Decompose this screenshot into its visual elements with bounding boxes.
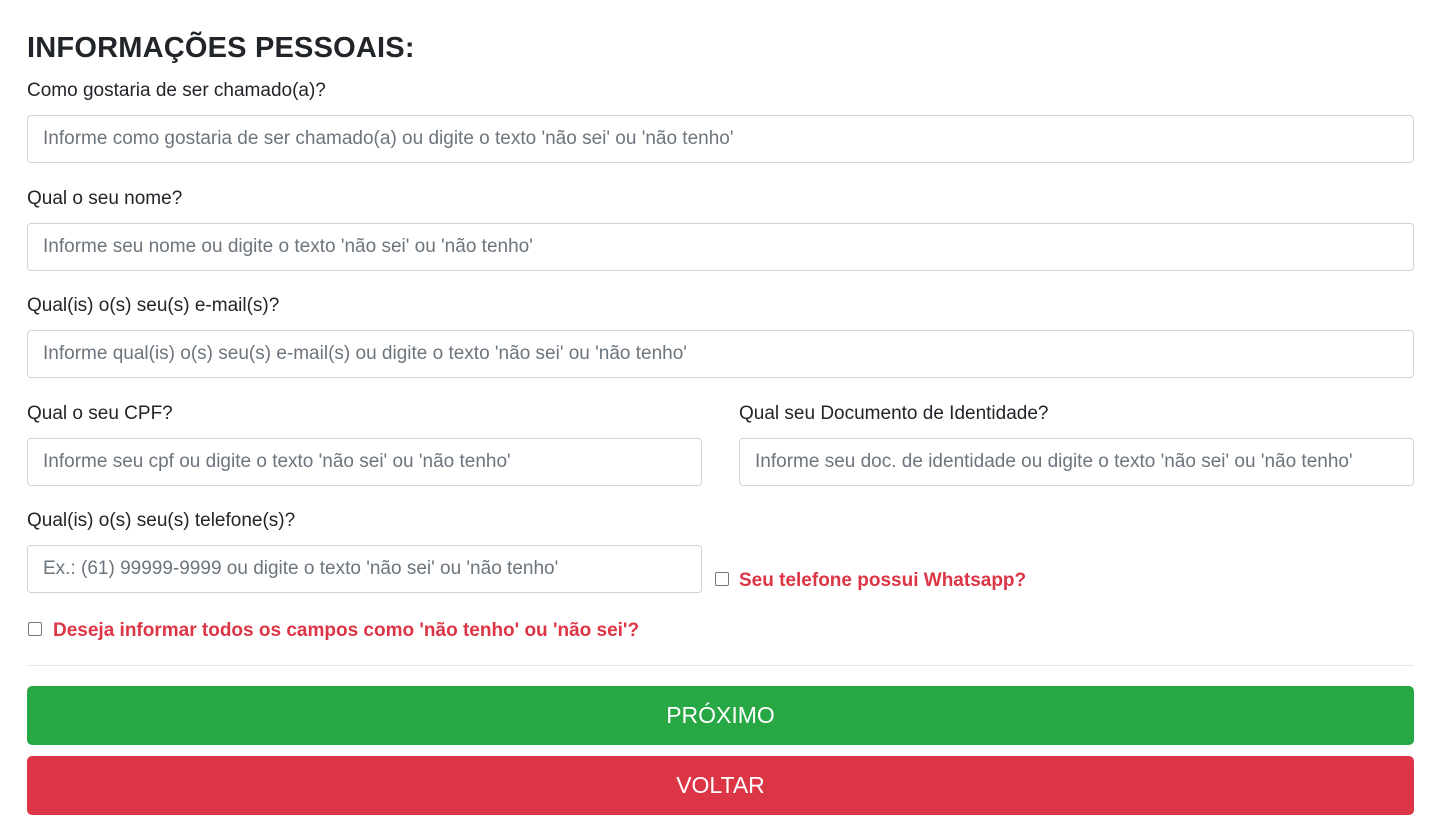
email-input[interactable]: [27, 330, 1414, 378]
cpf-label: Qual o seu CPF?: [27, 403, 173, 424]
nickname-input[interactable]: [27, 115, 1414, 163]
all-unknown-checkbox[interactable]: [28, 622, 42, 636]
all-unknown-checkbox-label[interactable]: Deseja informar todos os campos como 'nã…: [53, 619, 639, 643]
identity-input[interactable]: [739, 438, 1414, 486]
name-label: Qual o seu nome?: [27, 188, 183, 209]
phone-label: Qual(is) o(s) seu(s) telefone(s)?: [27, 510, 296, 531]
name-input[interactable]: [27, 223, 1414, 271]
phone-input[interactable]: [27, 545, 702, 593]
identity-label: Qual seu Documento de Identidade?: [739, 403, 1049, 424]
page-title: INFORMAÇÕES PESSOAIS:: [27, 32, 415, 64]
whatsapp-checkbox[interactable]: [715, 572, 729, 586]
whatsapp-checkbox-label[interactable]: Seu telefone possui Whatsapp?: [739, 569, 1026, 593]
divider: [27, 665, 1414, 666]
nickname-label: Como gostaria de ser chamado(a)?: [27, 80, 326, 101]
next-button[interactable]: PRÓXIMO: [27, 686, 1414, 745]
cpf-input[interactable]: [27, 438, 702, 486]
back-button[interactable]: VOLTAR: [27, 756, 1414, 815]
email-label: Qual(is) o(s) seu(s) e-mail(s)?: [27, 295, 280, 316]
